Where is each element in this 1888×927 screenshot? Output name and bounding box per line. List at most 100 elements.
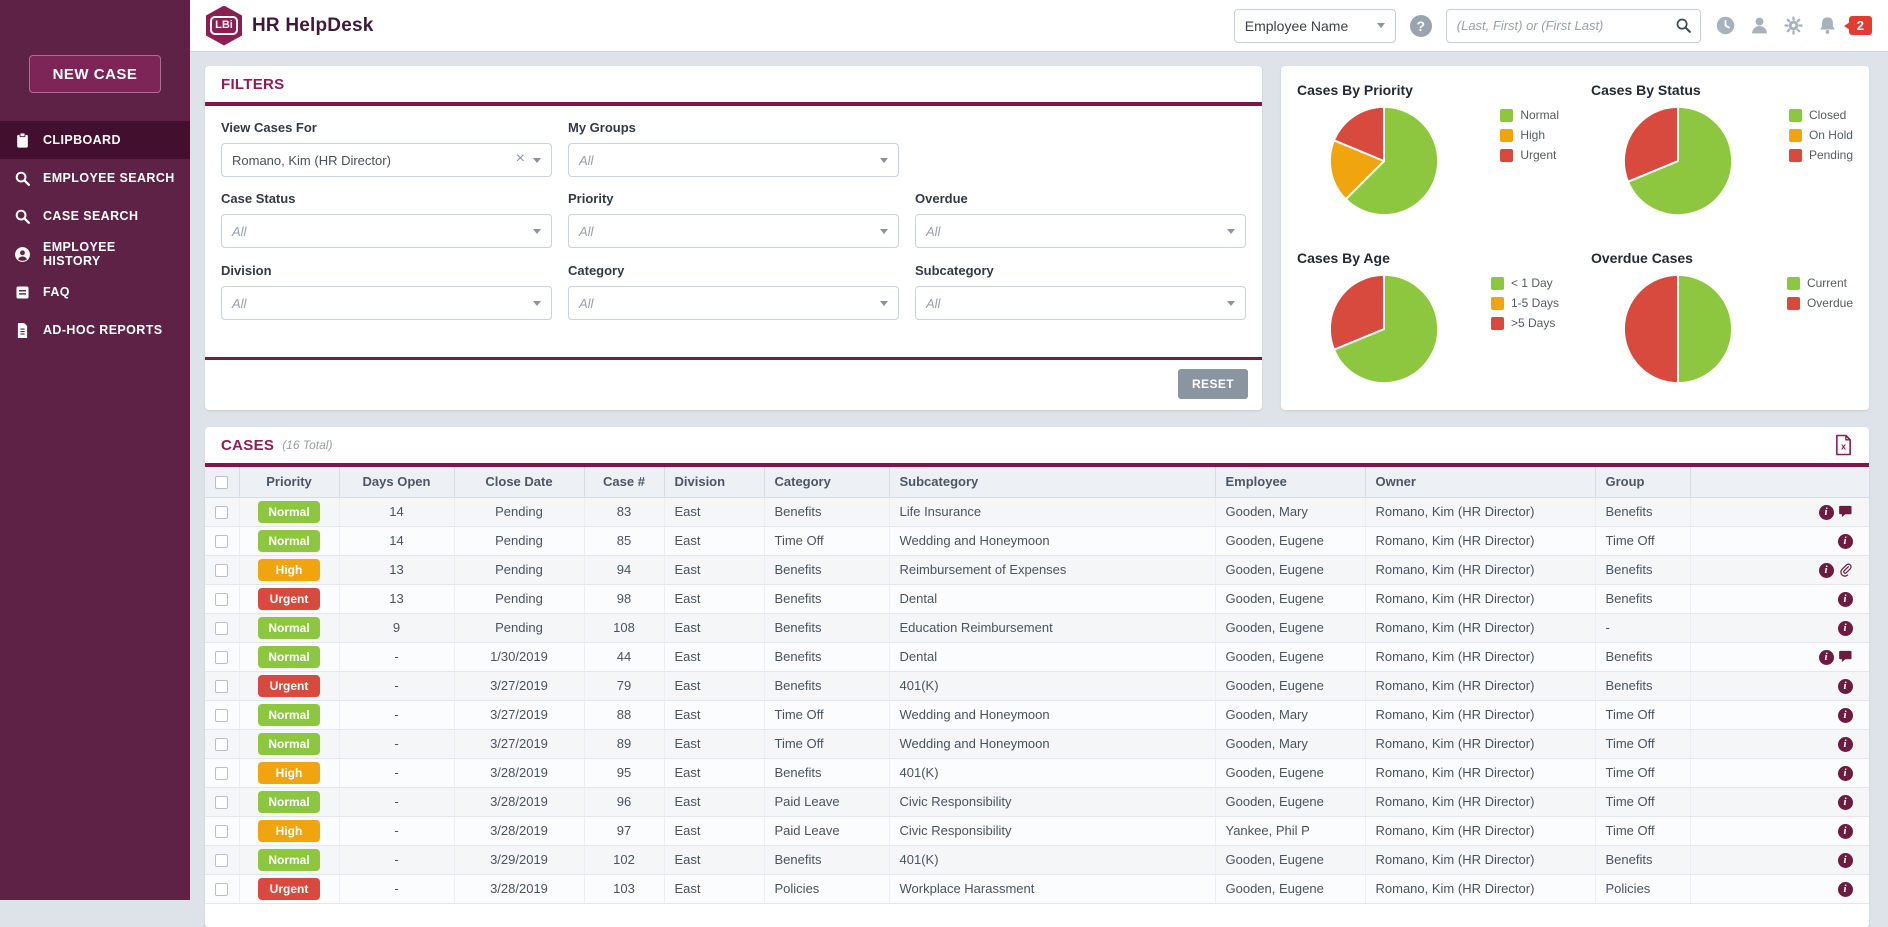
division-select[interactable]: All: [221, 286, 552, 320]
search-input[interactable]: [1457, 18, 1675, 33]
row-checkbox[interactable]: [215, 651, 228, 664]
clear-icon[interactable]: ×: [516, 151, 533, 169]
sidebar-item-employee-history[interactable]: EMPLOYEE HISTORY: [0, 235, 190, 273]
filters-title: FILTERS: [221, 76, 284, 93]
sidebar-item-faq[interactable]: FAQ: [0, 273, 190, 311]
cell-days-open: 13: [339, 584, 454, 613]
history-clock-icon[interactable]: [1715, 15, 1736, 36]
sidebar-item-ad-hoc-reports[interactable]: AD-HOC REPORTS: [0, 311, 190, 349]
row-checkbox[interactable]: [215, 564, 228, 577]
employee-search-box: [1446, 9, 1701, 43]
column-header-subcategory[interactable]: Subcategory: [889, 467, 1215, 497]
column-header-close-date[interactable]: Close Date: [454, 467, 584, 497]
overdue-select[interactable]: All: [915, 214, 1246, 248]
filter-label: Overdue: [915, 191, 1246, 206]
cell-close-date: Pending: [454, 584, 584, 613]
info-icon[interactable]: i: [1838, 824, 1853, 839]
cell-case-number: 97: [584, 816, 664, 845]
info-icon[interactable]: i: [1819, 563, 1834, 578]
category-select[interactable]: All: [568, 286, 899, 320]
new-case-button[interactable]: NEW CASE: [29, 55, 161, 93]
row-checkbox[interactable]: [215, 767, 228, 780]
row-checkbox[interactable]: [215, 883, 228, 896]
info-icon[interactable]: i: [1838, 534, 1853, 549]
export-excel-icon[interactable]: x: [1834, 434, 1853, 456]
cell-employee: Gooden, Mary: [1215, 497, 1365, 526]
column-header-owner[interactable]: Owner: [1365, 467, 1595, 497]
row-checkbox[interactable]: [215, 854, 228, 867]
cell-subcategory: Education Reimbursement: [889, 613, 1215, 642]
info-icon[interactable]: i: [1838, 795, 1853, 810]
select-all-checkbox[interactable]: [215, 476, 228, 489]
cell-days-open: -: [339, 729, 454, 758]
chevron-down-icon: [880, 158, 888, 163]
chart-title: Cases By Age: [1281, 238, 1575, 266]
cell-priority: Urgent: [239, 584, 339, 613]
cell-close-date: 3/28/2019: [454, 816, 584, 845]
row-checkbox[interactable]: [215, 738, 228, 751]
info-icon[interactable]: i: [1819, 650, 1834, 665]
row-checkbox[interactable]: [215, 622, 228, 635]
filter-label: Category: [568, 263, 899, 278]
sidebar-item-label: AD-HOC REPORTS: [43, 323, 163, 337]
notification-badge[interactable]: 2: [1849, 16, 1872, 35]
info-icon[interactable]: i: [1838, 766, 1853, 781]
info-icon[interactable]: i: [1838, 592, 1853, 607]
info-icon[interactable]: i: [1819, 505, 1834, 520]
help-icon[interactable]: ?: [1410, 15, 1432, 37]
table-row: Normal-3/29/2019102EastBenefits401(K)Goo…: [205, 845, 1869, 874]
cell-employee: Gooden, Mary: [1215, 700, 1365, 729]
column-header-group[interactable]: Group: [1595, 467, 1690, 497]
cell-actions: i: [1690, 613, 1869, 642]
info-icon[interactable]: i: [1838, 621, 1853, 636]
sidebar-item-employee-search[interactable]: EMPLOYEE SEARCH: [0, 159, 190, 197]
sidebar-item-clipboard[interactable]: CLIPBOARD: [0, 121, 190, 159]
comment-icon[interactable]: [1838, 504, 1853, 519]
info-icon[interactable]: i: [1838, 882, 1853, 897]
column-header-days-open[interactable]: Days Open: [339, 467, 454, 497]
info-icon[interactable]: i: [1838, 708, 1853, 723]
column-header-priority[interactable]: Priority: [239, 467, 339, 497]
filter-my-groups: My Groups All: [568, 120, 899, 177]
bell-icon[interactable]: [1817, 15, 1838, 36]
info-icon[interactable]: i: [1838, 679, 1853, 694]
reset-button[interactable]: RESET: [1178, 369, 1248, 399]
paperclip-icon[interactable]: [1838, 562, 1853, 577]
row-checkbox[interactable]: [215, 796, 228, 809]
cell-division: East: [664, 816, 764, 845]
user-icon[interactable]: [1749, 15, 1770, 36]
cell-owner: Romano, Kim (HR Director): [1365, 845, 1595, 874]
row-checkbox[interactable]: [215, 535, 228, 548]
subcategory-select[interactable]: All: [915, 286, 1246, 320]
priority-select[interactable]: All: [568, 214, 899, 248]
cell-select: [205, 700, 239, 729]
gear-icon[interactable]: [1783, 15, 1804, 36]
chart-legend: NormalHighUrgent: [1500, 108, 1559, 168]
sidebar-item-case-search[interactable]: CASE SEARCH: [0, 197, 190, 235]
cell-division: East: [664, 497, 764, 526]
legend-label: On Hold: [1809, 128, 1853, 142]
row-checkbox[interactable]: [215, 593, 228, 606]
search-icon[interactable]: [1675, 17, 1692, 34]
cell-category: Paid Leave: [764, 787, 889, 816]
case-status-select[interactable]: All: [221, 214, 552, 248]
column-header-category[interactable]: Category: [764, 467, 889, 497]
cell-owner: Romano, Kim (HR Director): [1365, 758, 1595, 787]
info-icon[interactable]: i: [1838, 853, 1853, 868]
column-header-employee[interactable]: Employee: [1215, 467, 1365, 497]
row-checkbox[interactable]: [215, 709, 228, 722]
cell-employee: Gooden, Eugene: [1215, 787, 1365, 816]
cell-select: [205, 758, 239, 787]
comment-icon[interactable]: [1838, 649, 1853, 664]
row-checkbox[interactable]: [215, 680, 228, 693]
info-icon[interactable]: i: [1838, 737, 1853, 752]
column-header-division[interactable]: Division: [664, 467, 764, 497]
legend-swatch: [1787, 277, 1800, 290]
column-header-case[interactable]: Case #: [584, 467, 664, 497]
search-scope-select[interactable]: Employee Name: [1234, 9, 1396, 43]
my-groups-select[interactable]: All: [568, 143, 899, 177]
view-cases-for-select[interactable]: Romano, Kim (HR Director) ×: [221, 143, 552, 177]
priority-badge: Normal: [258, 704, 320, 726]
row-checkbox[interactable]: [215, 506, 228, 519]
row-checkbox[interactable]: [215, 825, 228, 838]
